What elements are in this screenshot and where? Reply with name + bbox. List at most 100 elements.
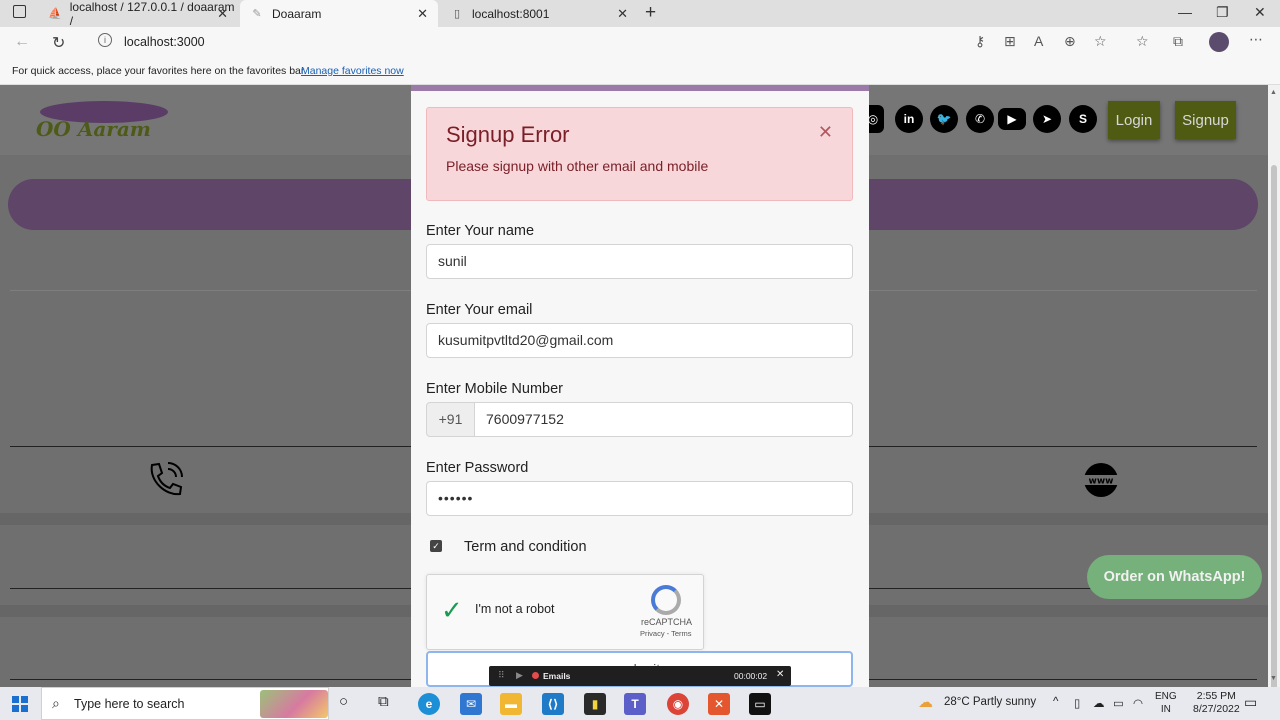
app-available-icon[interactable]: ⊞ [1004,33,1016,50]
error-alert: Signup Error Please signup with other em… [426,107,853,201]
page-icon: ▯ [453,8,461,20]
tab-title: localhost / 127.0.0.1 / doaaram / [69,0,235,28]
notifications-icon[interactable]: ▭ [1244,694,1257,711]
tab-localhost-8001[interactable]: ▯ localhost:8001 ✕ [440,0,638,27]
manage-favorites-link[interactable]: Manage favorites now [301,65,404,77]
address-bar: ← ↻ i localhost:3000 ⚷ ⊞ A ⊕ ☆ ☆ ⧉ ⋯ [0,27,1280,58]
twitter-icon[interactable]: 🐦 [930,105,958,133]
login-button[interactable]: Login [1108,101,1160,139]
language-indicator[interactable]: ENG IN [1155,690,1177,716]
meet-now-icon[interactable]: ▯ [1074,696,1080,710]
terms-label: Term and condition [464,539,587,555]
key-icon[interactable]: ⚷ [975,33,985,50]
email-label: Enter Your email [426,302,533,318]
task-view-icon[interactable]: ⧉ [378,693,389,710]
add-favorite-icon[interactable]: ☆ [1094,33,1107,50]
close-tab-icon[interactable]: ✕ [617,6,628,22]
xampp-icon[interactable]: ✕ [708,693,730,715]
phpmyadmin-icon: ⛵ [48,8,62,20]
taskbar-search[interactable]: ⌕ Type here to search [41,687,329,720]
search-icon: ⌕ [52,695,60,711]
favorites-message: For quick access, place your favorites h… [12,65,307,77]
password-field[interactable]: •••••• [426,481,853,516]
site-logo[interactable]: OO Aaram [32,97,172,145]
order-whatsapp-button[interactable]: Order on WhatsApp! [1087,555,1262,599]
edge-icon[interactable]: e [418,693,440,715]
profile-avatar[interactable] [1209,32,1229,52]
battery-icon[interactable]: ▭ [1113,696,1124,710]
website-icon[interactable]: www [1082,461,1120,499]
tab-phpmyadmin[interactable]: ⛵ localhost / 127.0.0.1 / doaaram / ✕ [38,0,238,28]
windows-start-icon[interactable] [12,696,28,712]
minimize-icon[interactable]: — [1178,4,1192,20]
read-aloud-icon[interactable]: A [1034,33,1043,49]
collections-icon[interactable]: ⧉ [1173,33,1183,50]
terms-checkbox[interactable]: ✓ [430,540,442,552]
mail-icon[interactable]: ✉ [460,693,482,715]
scroll-down-icon[interactable]: ▼ [1270,675,1277,682]
recaptcha-widget[interactable]: ✓ I'm not a robot reCAPTCHA Privacy - Te… [426,574,704,650]
linkedin-icon[interactable]: in [895,105,923,133]
mobile-field[interactable]: 7600977152 [474,402,853,437]
phone-icon[interactable] [146,461,184,499]
page-scrollbar[interactable]: ▲ ▼ [1268,85,1280,713]
svg-text:www: www [1089,477,1114,487]
zoom-icon[interactable]: ⊕ [1064,33,1076,50]
scroll-thumb[interactable] [1271,165,1277,713]
site-info-icon[interactable]: i [98,33,112,47]
page-viewport: OO Aaram ◎ in 🐦 ✆ ▶ ➤ S Login Signup www… [0,85,1268,687]
clock-time: 2:55 PM [1196,690,1236,702]
clock[interactable]: 2:55 PM 8/27/2022 [1193,690,1240,716]
cortana-icon[interactable]: ○ [339,693,348,710]
recording-time: 00:00:02 [734,671,768,681]
weather-icon[interactable]: ☁ [918,693,933,711]
lang-code: ENG [1155,691,1177,702]
onedrive-icon[interactable]: ☁ [1093,696,1105,710]
more-menu-icon[interactable]: ⋯ [1249,31,1263,48]
show-hidden-icons[interactable]: ^ [1053,696,1058,708]
record-icon [532,672,539,679]
site-icon: ✎ [252,8,262,20]
teams-icon[interactable]: T [624,693,646,715]
clock-date: 8/27/2022 [1193,703,1240,715]
drag-handle-icon[interactable]: ⠿ [498,670,505,681]
scroll-up-icon[interactable]: ▲ [1270,89,1277,96]
weather-text[interactable]: 28°C Partly sunny [944,696,1036,708]
name-label: Enter Your name [426,223,535,239]
checkmark-icon: ✓ [441,595,463,625]
close-tab-icon[interactable]: ✕ [417,6,428,22]
chrome-icon[interactable]: ◉ [667,693,689,715]
tab-doaaram[interactable]: ✎ Doaaram ✕ [240,0,438,27]
file-explorer-icon[interactable]: ▬ [500,693,522,715]
maximize-icon[interactable]: ❐ [1216,4,1229,21]
recorder-toolbar: ⠿ ▶ Emails 00:00:02 ✕ [489,666,791,686]
wifi-icon[interactable]: ◠ [1133,696,1143,710]
skype-icon[interactable]: S [1069,105,1097,133]
back-icon[interactable]: ← [14,33,30,51]
close-window-icon[interactable]: ✕ [1254,4,1266,21]
terminal-icon[interactable]: ▭ [749,693,771,715]
youtube-icon[interactable]: ▶ [998,108,1026,130]
recaptcha-terms[interactable]: Privacy - Terms [640,629,692,638]
search-placeholder: Type here to search [74,697,185,711]
alert-message: Please signup with other email and mobil… [446,158,709,174]
country-code: +91 [426,402,475,437]
taskbar: ⌕ Type here to search ○ ⧉ e ✉ ▬ ⟨⟩ ▮ T ◉… [0,687,1280,720]
tab-actions-icon[interactable] [13,5,26,18]
name-field[interactable]: sunil [426,244,853,279]
tab-title: Doaaram [272,6,322,21]
url-field[interactable]: localhost:3000 [124,35,205,49]
telegram-icon[interactable]: ➤ [1033,105,1061,133]
close-tab-icon[interactable]: ✕ [217,6,228,22]
email-field[interactable]: kusumitpvtltd20@gmail.com [426,323,853,358]
play-icon[interactable]: ▶ [516,670,523,681]
signup-button[interactable]: Signup [1175,101,1236,139]
sticky-notes-icon[interactable]: ▮ [584,693,606,715]
close-icon[interactable]: ✕ [776,669,784,680]
new-tab-icon[interactable]: + [645,2,656,24]
vscode-icon[interactable]: ⟨⟩ [542,693,564,715]
refresh-icon[interactable]: ↻ [52,33,65,53]
whatsapp-icon[interactable]: ✆ [966,105,994,133]
close-icon[interactable]: ✕ [818,122,833,143]
favorites-icon[interactable]: ☆ [1136,33,1149,50]
